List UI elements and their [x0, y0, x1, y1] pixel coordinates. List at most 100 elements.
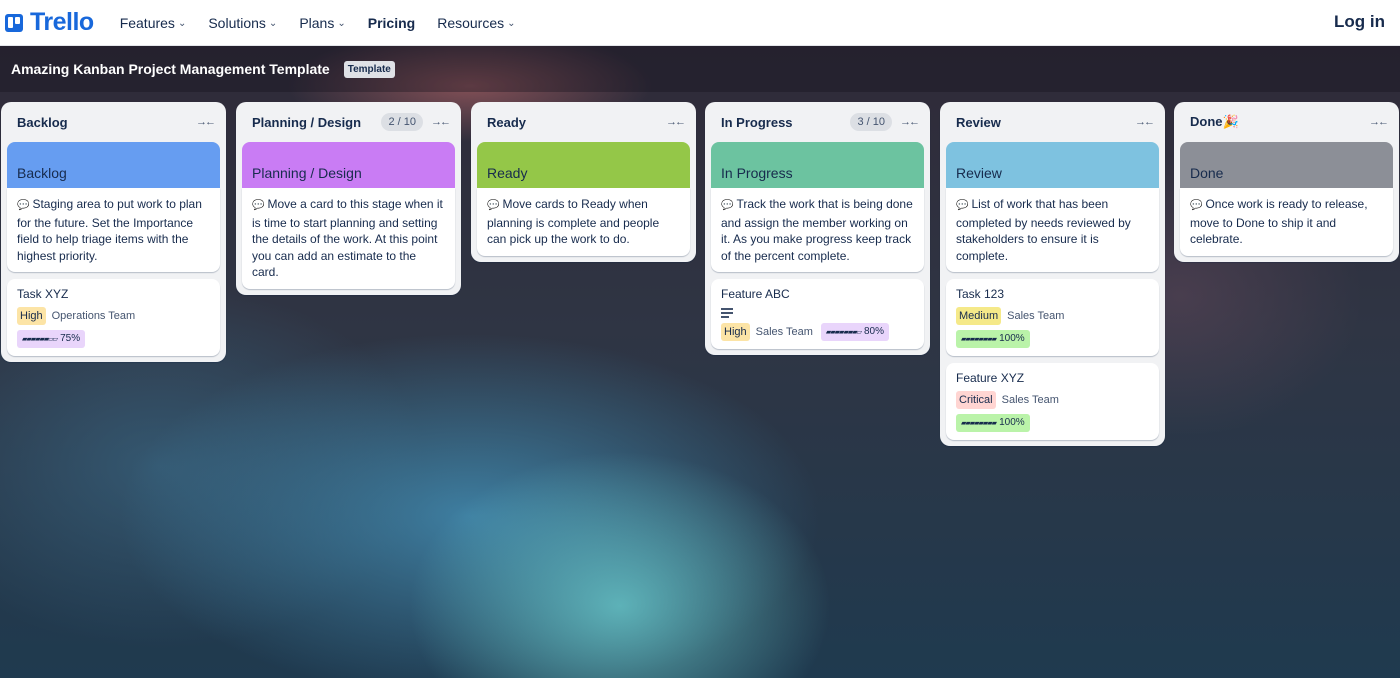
collapse-list-icon[interactable]: →←	[1133, 111, 1155, 133]
priority-label: High	[721, 322, 750, 341]
list-description-card[interactable]: 💬 Move cards to Ready when planning is co…	[477, 188, 690, 256]
list-description-card[interactable]: 💬 Track the work that is being done and a…	[711, 188, 924, 272]
chevron-down-icon: ⌄	[337, 18, 346, 29]
nav-menu: Features ⌄ Solutions ⌄ Plans ⌄ Pricing R…	[120, 0, 538, 46]
card-progress-row: ▰▰▰▰▰▰▱▱ 75%	[17, 330, 210, 348]
progress-value: 100%	[999, 333, 1025, 344]
collapse-list-icon[interactable]: →←	[1367, 111, 1389, 133]
chevron-down-icon: ⌄	[507, 18, 516, 29]
cover-title: Planning / Design	[252, 165, 362, 181]
nav-item-solutions[interactable]: Solutions ⌄	[208, 15, 277, 31]
list-header[interactable]: Ready →←	[477, 102, 690, 142]
list-title[interactable]: Planning / Design	[252, 115, 381, 130]
list-description-card[interactable]: 💬 Staging area to put work to plan for th…	[7, 188, 220, 272]
list-title[interactable]: Ready	[487, 115, 664, 130]
team-label: Operations Team	[51, 310, 136, 322]
progress-badge: ▰▰▰▰▰▰▰▰ 100%	[956, 414, 1030, 432]
comment-icon: 💬	[721, 200, 734, 211]
list-header[interactable]: In Progress 3 / 10 →←	[711, 102, 924, 142]
progress-value: 100%	[999, 417, 1025, 428]
template-badge: Template	[343, 60, 395, 78]
progress-bar: ▰▰▰▰▰▰▰▱	[825, 327, 862, 336]
board-title[interactable]: Amazing Kanban Project Management Templa…	[11, 61, 330, 77]
team-label: Sales Team	[755, 325, 813, 338]
comment-icon: 💬	[1190, 200, 1203, 211]
list-description-card[interactable]: 💬 Move a card to this stage when it is ti…	[242, 188, 455, 289]
card-cover[interactable]: Planning / Design	[242, 142, 455, 188]
progress-badge: ▰▰▰▰▰▰▰▱ 80%	[820, 322, 889, 341]
progress-badge: ▰▰▰▰▰▰▱▱ 75%	[17, 330, 86, 348]
list-card-limit-badge: 3 / 10	[850, 113, 892, 131]
party-emoji-icon: 🎉	[1222, 114, 1239, 129]
list-title[interactable]: Review	[956, 115, 1133, 130]
task-card[interactable]: Feature ABC High Sales Team ▰▰▰▰▰▰▰▱ 80%	[711, 279, 924, 349]
top-navigation: Trello Features ⌄ Solutions ⌄ Plans ⌄ Pr…	[0, 0, 1400, 46]
board-header: Amazing Kanban Project Management Templa…	[0, 46, 1400, 92]
login-button[interactable]: Log in	[1334, 12, 1385, 32]
list-title[interactable]: In Progress	[721, 115, 850, 130]
list-done: Done🎉 →← Done 💬 Once work is ready to releas…	[1174, 102, 1399, 262]
cover-title: Backlog	[17, 165, 67, 181]
collapse-list-icon[interactable]: →←	[664, 111, 686, 133]
task-card[interactable]: Feature XYZ Critical Sales Team ▰▰▰▰▰▰▰▰ 100…	[946, 363, 1159, 440]
description-text: List of work that has been completed by …	[956, 197, 1131, 263]
collapse-list-icon[interactable]: →←	[898, 111, 920, 133]
nav-item-pricing[interactable]: Pricing	[368, 15, 415, 31]
nav-item-label: Features	[119, 14, 175, 31]
list-ready: Ready →← Ready 💬 Move cards to Ready when pl…	[471, 102, 696, 262]
card-cover[interactable]: Ready	[477, 142, 690, 188]
cover-title: Ready	[487, 165, 528, 181]
task-card[interactable]: Task XYZ High Operations Team ▰▰▰▰▰▰▱▱ 75%	[7, 279, 220, 356]
nav-item-plans[interactable]: Plans ⌄	[299, 15, 345, 31]
list-review: Review →← Review 💬 List of work that has bee…	[940, 102, 1165, 446]
board-canvas: Amazing Kanban Project Management Templa…	[0, 46, 1400, 678]
priority-label: Medium	[956, 307, 1002, 325]
list-description-card[interactable]: 💬 List of work that has been completed by…	[946, 188, 1159, 272]
list-backlog: Backlog →← Backlog 💬 Staging area to put wor…	[1, 102, 226, 362]
priority-label: High	[17, 307, 46, 325]
nav-item-features[interactable]: Features ⌄	[120, 15, 187, 31]
card-progress-row: ▰▰▰▰▰▰▰▰ 100%	[956, 414, 1149, 432]
nav-item-label: Solutions	[208, 14, 266, 31]
card-meta: High Operations Team	[17, 307, 210, 325]
list-description-card[interactable]: 💬 Once work is ready to release, move to …	[1180, 188, 1393, 256]
priority-label: Critical	[956, 391, 996, 409]
list-in-progress: In Progress 3 / 10 →← In Progress 💬 Track the…	[705, 102, 930, 355]
list-header[interactable]: Review →←	[946, 102, 1159, 142]
description-text: Once work is ready to release, move to D…	[1190, 197, 1368, 246]
list-planning-design: Planning / Design 2 / 10 →← Planning / Desi…	[236, 102, 461, 295]
card-cover[interactable]: Done	[1180, 142, 1393, 188]
list-header[interactable]: Planning / Design 2 / 10 →←	[242, 102, 455, 142]
chevron-down-icon: ⌄	[268, 18, 278, 29]
chevron-down-icon: ⌄	[177, 18, 187, 29]
collapse-list-icon[interactable]: →←	[429, 111, 451, 133]
description-text: Staging area to put work to plan for the…	[17, 197, 202, 263]
cover-title: Review	[956, 165, 1002, 181]
comment-icon: 💬	[252, 200, 265, 211]
progress-badge: ▰▰▰▰▰▰▰▰ 100%	[956, 330, 1030, 348]
description-text: Move a card to this stage when it is tim…	[252, 197, 443, 279]
collapse-list-icon[interactable]: →←	[194, 111, 216, 133]
card-cover[interactable]: In Progress	[711, 142, 924, 188]
description-text: Move cards to Ready when planning is com…	[487, 197, 660, 246]
trello-logo[interactable]: Trello	[5, 0, 94, 46]
list-title[interactable]: Backlog	[17, 115, 194, 130]
card-meta: High Sales Team ▰▰▰▰▰▰▰▱ 80%	[721, 322, 914, 341]
card-meta: Critical Sales Team	[956, 391, 1149, 409]
card-cover[interactable]: Review	[946, 142, 1159, 188]
list-title[interactable]: Done🎉	[1190, 114, 1367, 130]
card-cover[interactable]: Backlog	[7, 142, 220, 188]
progress-bar: ▰▰▰▰▰▰▰▰	[961, 419, 997, 427]
card-title: Task XYZ	[17, 287, 69, 301]
description-text: Track the work that is being done and as…	[721, 197, 913, 263]
card-meta: Medium Sales Team	[956, 307, 1149, 325]
description-icon	[721, 308, 733, 318]
list-header[interactable]: Done🎉 →←	[1180, 102, 1393, 142]
comment-icon: 💬	[17, 200, 30, 211]
cover-title: Done	[1190, 165, 1224, 181]
cover-title: In Progress	[721, 165, 793, 181]
card-title: Feature ABC	[721, 287, 790, 301]
nav-item-resources[interactable]: Resources ⌄	[437, 15, 515, 31]
list-header[interactable]: Backlog →←	[7, 102, 220, 142]
task-card[interactable]: Task 123 Medium Sales Team ▰▰▰▰▰▰▰▰ 100%	[946, 279, 1159, 356]
